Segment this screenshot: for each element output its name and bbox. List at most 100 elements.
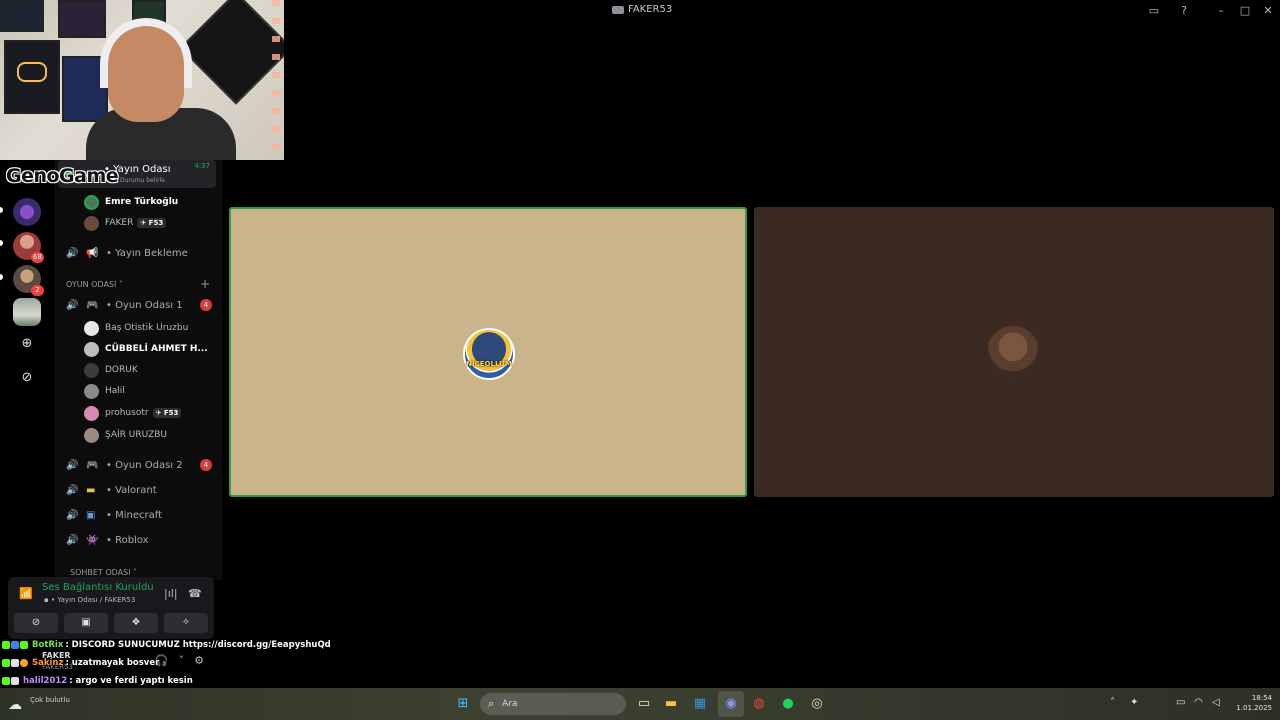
channel-oyun-odasi-2[interactable]: 🔊 🎮 • Oyun Odası 2 4 — [60, 454, 216, 476]
channel-yayin-bekleme[interactable]: 🔊 📢 • Yayın Bekleme — [60, 242, 216, 264]
unread-indicator — [0, 274, 3, 280]
gun-icon: ▬ — [86, 484, 96, 496]
voice-location[interactable]: ▪ • Yayın Odası / FAKER53 — [44, 596, 135, 604]
user-avatar — [84, 427, 99, 443]
channel-name: • Valorant — [106, 484, 157, 496]
channel-valorant[interactable]: 🔊 ▬ • Valorant — [60, 479, 216, 501]
minimize-icon[interactable]: – — [1213, 3, 1229, 19]
chat-text: : DISCORD SUNUCUMUZ https://discord.gg/E… — [65, 640, 331, 650]
unread-indicator — [0, 207, 3, 213]
help-icon[interactable]: ? — [1176, 3, 1192, 19]
gamepad-icon — [17, 62, 47, 82]
search-box[interactable]: ⌕ Ara — [480, 693, 626, 715]
search-placeholder: Ara — [502, 699, 518, 709]
user-name: prohusotr — [105, 408, 149, 418]
voice-user[interactable]: Baş Otistik Uruzbu — [84, 318, 188, 338]
activities-icon[interactable]: ❖ — [114, 613, 158, 633]
obs-icon[interactable]: ◎ — [807, 694, 827, 714]
camera-off-icon[interactable]: ⊘ — [14, 613, 58, 633]
status-placeholder[interactable]: Durumu belirle — [120, 177, 165, 184]
server-icon[interactable] — [13, 198, 41, 226]
plus-icon[interactable]: ⊕ — [17, 334, 37, 354]
avatar-label: NICEOLLUM — [466, 360, 512, 368]
discord-icon[interactable]: ◉ — [721, 694, 741, 714]
wall-poster — [58, 0, 106, 38]
kick-badge-icon — [2, 641, 10, 649]
system-clock[interactable]: 18:54 1.01.2025 — [1232, 693, 1272, 713]
server-icon[interactable] — [13, 298, 41, 326]
soundboard-icon[interactable]: ✧ — [164, 613, 208, 633]
voice-user[interactable]: prohusotr ✈ F53 — [84, 403, 182, 423]
gamer-zone-sign — [179, 0, 284, 105]
channel-name-text: Valorant — [115, 484, 157, 496]
server-icon[interactable]: 68 — [13, 232, 44, 263]
server-icon[interactable]: 2 — [13, 265, 44, 296]
user-name: ŞAİR URUZBU — [105, 430, 168, 440]
chevron-up-icon[interactable]: ˄ — [1110, 697, 1115, 708]
user-tag-text: F53 — [163, 409, 179, 417]
user-avatar — [84, 383, 99, 399]
unread-indicator — [0, 240, 3, 246]
chat-text: : argo ve ferdi yaptı kesin — [69, 676, 193, 686]
chat-username: BotRix — [32, 640, 64, 650]
invader-icon: 👾 — [86, 534, 99, 546]
weather-text[interactable]: Çok bulutlu — [30, 696, 70, 705]
voice-actions: ⊘ ▣ ❖ ✧ — [14, 613, 208, 633]
spotify-icon[interactable]: ● — [778, 694, 798, 714]
voice-user[interactable]: Emre Türkoğlu — [84, 192, 178, 212]
user-count-badge: 4 — [200, 459, 212, 471]
channel-name-text: Oyun Odası 2 — [115, 459, 183, 471]
chat-username: halil2012 — [23, 676, 68, 686]
voice-user[interactable]: CÜBBELİ AHMET H... — [84, 339, 208, 359]
close-icon[interactable]: ✕ — [1260, 3, 1276, 19]
inbox-icon[interactable]: ▭ — [1146, 3, 1162, 19]
wifi-icon[interactable]: ◠ — [1194, 697, 1203, 708]
task-view-icon[interactable]: ▭ — [634, 694, 654, 714]
maximize-icon[interactable]: □ — [1237, 3, 1253, 19]
string-lights — [272, 0, 280, 160]
chrome-icon[interactable]: ◍ — [749, 694, 769, 714]
category-header[interactable]: OYUN ODASI ˅ — [66, 280, 123, 289]
screen-share-icon[interactable]: ▣ — [64, 613, 108, 633]
clock-time: 18:54 — [1251, 694, 1272, 702]
voice-user[interactable]: DORUK — [84, 360, 138, 380]
user-name: CÜBBELİ AHMET H... — [105, 344, 208, 354]
speaker-icon: 🔊 — [66, 459, 79, 471]
mention-badge: 2 — [31, 285, 44, 296]
windows-icon[interactable]: ⊞ — [453, 694, 473, 714]
user-avatar: NICEOLLUM — [463, 328, 515, 380]
network-app-icon[interactable]: ✦ — [1130, 697, 1138, 708]
user-avatar — [84, 362, 99, 378]
user-name: Halil — [105, 386, 125, 396]
file-explorer-icon[interactable]: ▬ — [661, 694, 681, 714]
video-tile-speaking[interactable]: NICEOLLUM — [229, 207, 747, 497]
user-tag-text: F53 — [148, 219, 164, 227]
noise-suppression-icon[interactable]: |ıl| — [164, 587, 178, 600]
user-tag: ✈ F53 — [137, 218, 167, 228]
search-icon: ⌕ — [488, 697, 495, 710]
wall-poster — [0, 0, 44, 32]
gamepad-icon: 🎮 — [86, 299, 99, 311]
store-icon[interactable]: ▦ — [690, 694, 710, 714]
weather-widget[interactable]: ☁ — [8, 694, 28, 714]
video-tile[interactable] — [754, 207, 1274, 497]
voice-status[interactable]: Ses Bağlantısı Kuruldu — [42, 582, 154, 593]
channel-minecraft[interactable]: 🔊 ▣ • Minecraft — [60, 504, 216, 526]
voice-user[interactable]: Halil — [84, 381, 125, 401]
add-channel-icon[interactable]: + — [200, 277, 210, 291]
channel-oyun-odasi-1[interactable]: 🔊 🎮 • Oyun Odası 1 4 — [60, 294, 216, 316]
battery-icon[interactable]: ▭ — [1176, 697, 1185, 708]
voice-user[interactable]: FAKER ✈ F53 — [84, 213, 167, 233]
channel-roblox[interactable]: 🔊 👾 • Roblox — [60, 529, 216, 551]
compass-icon[interactable]: ⊘ — [17, 368, 37, 388]
channel-name-text: Oyun Odası 1 — [115, 299, 183, 311]
disconnect-icon[interactable]: ☎ — [188, 587, 202, 600]
volume-icon[interactable]: ◁ — [1212, 697, 1220, 708]
speaker-icon: 🔊 — [66, 247, 79, 259]
voice-user[interactable]: ŞAİR URUZBU — [84, 425, 167, 445]
chat-badges — [2, 641, 28, 649]
user-avatar — [987, 326, 1039, 378]
channel-list: ◀ 🔈 • Yayın Odası 4:37 Durumu belirle Em… — [54, 160, 222, 580]
channel-name: • Minecraft — [106, 509, 162, 521]
category-header[interactable]: SOHBET ODASI ˅ — [70, 568, 137, 577]
